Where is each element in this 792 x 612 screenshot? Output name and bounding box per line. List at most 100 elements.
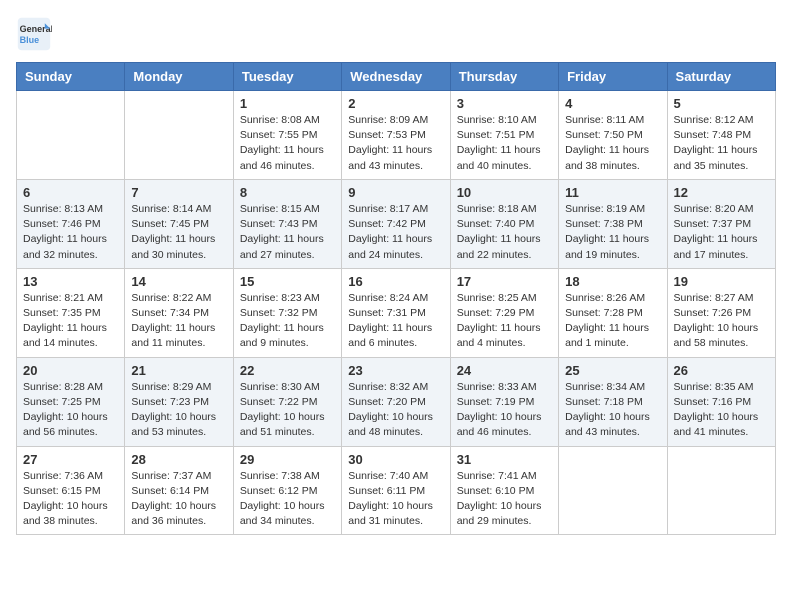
calendar-cell: 29Sunrise: 7:38 AM Sunset: 6:12 PM Dayli… bbox=[233, 446, 341, 535]
day-info: Sunrise: 8:11 AM Sunset: 7:50 PM Dayligh… bbox=[565, 113, 660, 174]
day-number: 18 bbox=[565, 274, 660, 289]
calendar-cell: 8 Sunrise: 8:15 AM Sunset: 7:43 PM Daylig… bbox=[233, 179, 341, 268]
calendar-cell: 23Sunrise: 8:32 AM Sunset: 7:20 PM Dayli… bbox=[342, 357, 450, 446]
day-number: 11 bbox=[565, 185, 660, 200]
day-info: Sunrise: 8:27 AM Sunset: 7:26 PM Dayligh… bbox=[674, 291, 769, 352]
day-number: 10 bbox=[457, 185, 552, 200]
day-info: Sunrise: 7:37 AM Sunset: 6:14 PM Dayligh… bbox=[131, 469, 226, 530]
day-number: 26 bbox=[674, 363, 769, 378]
calendar-week-1: 1 Sunrise: 8:08 AM Sunset: 7:55 PM Daylig… bbox=[17, 91, 776, 180]
logo: General Blue bbox=[16, 16, 58, 52]
calendar-cell: 16 Sunrise: 8:24 AM Sunset: 7:31 PM Dayli… bbox=[342, 268, 450, 357]
day-info: Sunrise: 8:35 AM Sunset: 7:16 PM Dayligh… bbox=[674, 380, 769, 441]
calendar-cell: 21 Sunrise: 8:29 AM Sunset: 7:23 PM Dayli… bbox=[125, 357, 233, 446]
calendar-cell: 14 Sunrise: 8:22 AM Sunset: 7:34 PM Dayli… bbox=[125, 268, 233, 357]
day-info: Sunrise: 8:22 AM Sunset: 7:34 PM Dayligh… bbox=[131, 291, 226, 352]
day-info: Sunrise: 8:08 AM Sunset: 7:55 PM Dayligh… bbox=[240, 113, 335, 174]
day-number: 17 bbox=[457, 274, 552, 289]
day-info: Sunrise: 8:14 AM Sunset: 7:45 PM Dayligh… bbox=[131, 202, 226, 263]
day-info: Sunrise: 8:09 AM Sunset: 7:53 PM Dayligh… bbox=[348, 113, 443, 174]
calendar-cell bbox=[17, 91, 125, 180]
day-info: Sunrise: 8:18 AM Sunset: 7:40 PM Dayligh… bbox=[457, 202, 552, 263]
day-number: 15 bbox=[240, 274, 335, 289]
day-info: Sunrise: 8:26 AM Sunset: 7:28 PM Dayligh… bbox=[565, 291, 660, 352]
calendar-cell: 5 Sunrise: 8:12 AM Sunset: 7:48 PM Daylig… bbox=[667, 91, 775, 180]
day-info: Sunrise: 8:21 AM Sunset: 7:35 PM Dayligh… bbox=[23, 291, 118, 352]
calendar-cell: 22 Sunrise: 8:30 AM Sunset: 7:22 PM Dayli… bbox=[233, 357, 341, 446]
calendar-cell: 30Sunrise: 7:40 AM Sunset: 6:11 PM Dayli… bbox=[342, 446, 450, 535]
day-info: Sunrise: 8:34 AM Sunset: 7:18 PM Dayligh… bbox=[565, 380, 660, 441]
day-info: Sunrise: 8:15 AM Sunset: 7:43 PM Dayligh… bbox=[240, 202, 335, 263]
calendar-body: 1 Sunrise: 8:08 AM Sunset: 7:55 PM Daylig… bbox=[17, 91, 776, 535]
day-number: 21 bbox=[131, 363, 226, 378]
day-info: Sunrise: 8:12 AM Sunset: 7:48 PM Dayligh… bbox=[674, 113, 769, 174]
calendar-cell: 31 Sunrise: 7:41 AM Sunset: 6:10 PM Dayli… bbox=[450, 446, 558, 535]
calendar-cell: 15 Sunrise: 8:23 AM Sunset: 7:32 PM Dayli… bbox=[233, 268, 341, 357]
weekday-header-sunday: Sunday bbox=[17, 63, 125, 91]
calendar-header-row: SundayMondayTuesdayWednesdayThursdayFrid… bbox=[17, 63, 776, 91]
svg-text:Blue: Blue bbox=[20, 35, 40, 45]
day-number: 14 bbox=[131, 274, 226, 289]
day-info: Sunrise: 8:30 AM Sunset: 7:22 PM Dayligh… bbox=[240, 380, 335, 441]
day-number: 31 bbox=[457, 452, 552, 467]
day-info: Sunrise: 8:28 AM Sunset: 7:25 PM Dayligh… bbox=[23, 380, 118, 441]
weekday-header-monday: Monday bbox=[125, 63, 233, 91]
day-number: 3 bbox=[457, 96, 552, 111]
calendar-cell: 4Sunrise: 8:11 AM Sunset: 7:50 PM Daylig… bbox=[559, 91, 667, 180]
day-info: Sunrise: 7:40 AM Sunset: 6:11 PM Dayligh… bbox=[348, 469, 443, 530]
day-number: 19 bbox=[674, 274, 769, 289]
day-number: 27 bbox=[23, 452, 118, 467]
day-number: 8 bbox=[240, 185, 335, 200]
day-number: 7 bbox=[131, 185, 226, 200]
day-info: Sunrise: 7:38 AM Sunset: 6:12 PM Dayligh… bbox=[240, 469, 335, 530]
day-info: Sunrise: 7:41 AM Sunset: 6:10 PM Dayligh… bbox=[457, 469, 552, 530]
day-info: Sunrise: 8:24 AM Sunset: 7:31 PM Dayligh… bbox=[348, 291, 443, 352]
day-info: Sunrise: 8:23 AM Sunset: 7:32 PM Dayligh… bbox=[240, 291, 335, 352]
day-number: 22 bbox=[240, 363, 335, 378]
calendar-cell: 28 Sunrise: 7:37 AM Sunset: 6:14 PM Dayli… bbox=[125, 446, 233, 535]
day-number: 9 bbox=[348, 185, 443, 200]
calendar-cell bbox=[559, 446, 667, 535]
calendar-cell: 13Sunrise: 8:21 AM Sunset: 7:35 PM Dayli… bbox=[17, 268, 125, 357]
day-number: 24 bbox=[457, 363, 552, 378]
day-number: 2 bbox=[348, 96, 443, 111]
day-number: 6 bbox=[23, 185, 118, 200]
calendar-week-4: 20 Sunrise: 8:28 AM Sunset: 7:25 PM Dayli… bbox=[17, 357, 776, 446]
calendar-cell: 26 Sunrise: 8:35 AM Sunset: 7:16 PM Dayli… bbox=[667, 357, 775, 446]
calendar-cell: 18 Sunrise: 8:26 AM Sunset: 7:28 PM Dayli… bbox=[559, 268, 667, 357]
calendar-cell: 3 Sunrise: 8:10 AM Sunset: 7:51 PM Daylig… bbox=[450, 91, 558, 180]
day-info: Sunrise: 8:19 AM Sunset: 7:38 PM Dayligh… bbox=[565, 202, 660, 263]
day-info: Sunrise: 8:29 AM Sunset: 7:23 PM Dayligh… bbox=[131, 380, 226, 441]
day-info: Sunrise: 8:10 AM Sunset: 7:51 PM Dayligh… bbox=[457, 113, 552, 174]
calendar-cell bbox=[667, 446, 775, 535]
day-info: Sunrise: 8:13 AM Sunset: 7:46 PM Dayligh… bbox=[23, 202, 118, 263]
calendar-cell: 7 Sunrise: 8:14 AM Sunset: 7:45 PM Daylig… bbox=[125, 179, 233, 268]
day-number: 28 bbox=[131, 452, 226, 467]
calendar-cell: 24Sunrise: 8:33 AM Sunset: 7:19 PM Dayli… bbox=[450, 357, 558, 446]
weekday-header-tuesday: Tuesday bbox=[233, 63, 341, 91]
calendar-week-5: 27 Sunrise: 7:36 AM Sunset: 6:15 PM Dayli… bbox=[17, 446, 776, 535]
day-info: Sunrise: 8:20 AM Sunset: 7:37 PM Dayligh… bbox=[674, 202, 769, 263]
calendar-cell: 1 Sunrise: 8:08 AM Sunset: 7:55 PM Daylig… bbox=[233, 91, 341, 180]
day-number: 1 bbox=[240, 96, 335, 111]
logo-icon: General Blue bbox=[16, 16, 52, 52]
day-number: 20 bbox=[23, 363, 118, 378]
day-info: Sunrise: 8:25 AM Sunset: 7:29 PM Dayligh… bbox=[457, 291, 552, 352]
calendar-cell: 19 Sunrise: 8:27 AM Sunset: 7:26 PM Dayli… bbox=[667, 268, 775, 357]
day-info: Sunrise: 7:36 AM Sunset: 6:15 PM Dayligh… bbox=[23, 469, 118, 530]
day-info: Sunrise: 8:17 AM Sunset: 7:42 PM Dayligh… bbox=[348, 202, 443, 263]
calendar-week-3: 13Sunrise: 8:21 AM Sunset: 7:35 PM Dayli… bbox=[17, 268, 776, 357]
calendar-cell: 11 Sunrise: 8:19 AM Sunset: 7:38 PM Dayli… bbox=[559, 179, 667, 268]
day-number: 16 bbox=[348, 274, 443, 289]
calendar-cell bbox=[125, 91, 233, 180]
calendar-table: SundayMondayTuesdayWednesdayThursdayFrid… bbox=[16, 62, 776, 535]
weekday-header-thursday: Thursday bbox=[450, 63, 558, 91]
calendar-cell: 2 Sunrise: 8:09 AM Sunset: 7:53 PM Daylig… bbox=[342, 91, 450, 180]
day-number: 25 bbox=[565, 363, 660, 378]
calendar-cell: 10 Sunrise: 8:18 AM Sunset: 7:40 PM Dayli… bbox=[450, 179, 558, 268]
day-number: 5 bbox=[674, 96, 769, 111]
weekday-header-friday: Friday bbox=[559, 63, 667, 91]
day-info: Sunrise: 8:32 AM Sunset: 7:20 PM Dayligh… bbox=[348, 380, 443, 441]
calendar-cell: 27 Sunrise: 7:36 AM Sunset: 6:15 PM Dayli… bbox=[17, 446, 125, 535]
weekday-header-saturday: Saturday bbox=[667, 63, 775, 91]
